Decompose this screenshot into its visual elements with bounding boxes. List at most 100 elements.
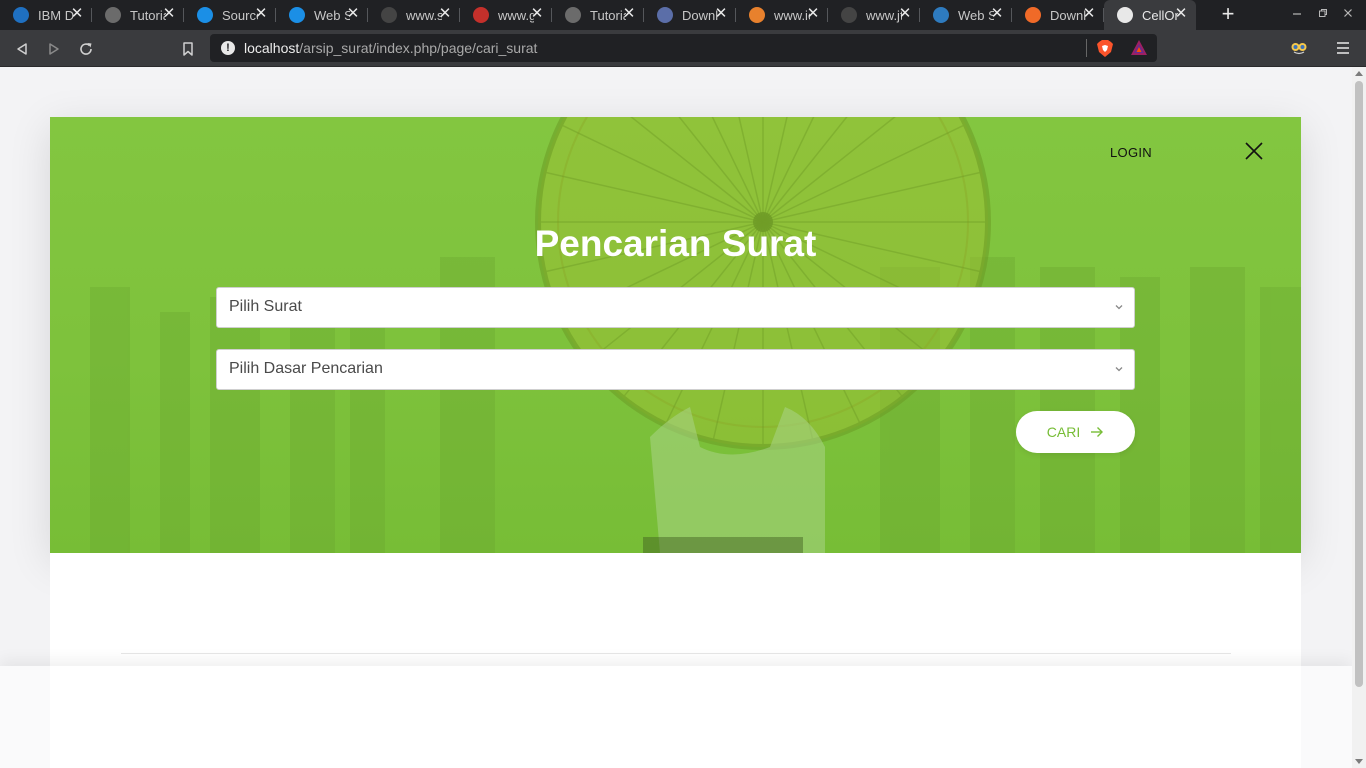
tab-title: Downl: [682, 7, 718, 23]
page-viewport: LOGIN Pencarian Surat Pilih Surat Pilih …: [0, 67, 1366, 768]
close-tab-icon[interactable]: ✕: [70, 6, 84, 21]
tab-title: Tutoria: [130, 7, 166, 23]
bookmark-icon: [183, 42, 193, 56]
url-text[interactable]: localhost/arsip_surat/index.php/page/car…: [244, 40, 537, 56]
close-tab-icon[interactable]: ✕: [990, 6, 1004, 21]
library-icon: [657, 7, 673, 23]
search-button-label: CARI: [1046, 424, 1081, 440]
brave-shields-icon[interactable]: [1096, 39, 1114, 58]
close-tab-icon[interactable]: ✕: [898, 6, 912, 21]
divider: [121, 653, 1231, 654]
select-dasar-value: Pilih Dasar Pencarian: [229, 360, 383, 377]
browser-menu-icon[interactable]: [1335, 40, 1351, 56]
browser-tab[interactable]: Tutoria ✕: [92, 0, 184, 30]
globe-icon: [565, 7, 581, 23]
tab-separator: [275, 8, 276, 22]
browser-tab[interactable]: Web S ✕: [920, 0, 1012, 30]
infinity-icon: [13, 7, 29, 23]
close-tab-icon[interactable]: ✕: [806, 6, 820, 21]
url-host: localhost: [244, 40, 300, 56]
download-icon: [197, 7, 213, 23]
brave-rewards-icon[interactable]: [1130, 39, 1148, 57]
close-tab-icon[interactable]: ✕: [1174, 6, 1188, 21]
reload-button[interactable]: [76, 39, 96, 59]
download-icon: [289, 7, 305, 23]
browser-tab[interactable]: IBM D ✕: [0, 0, 92, 30]
footer-overlay: [0, 666, 1352, 768]
tab-separator: [1011, 8, 1012, 22]
tab-separator: [643, 8, 644, 22]
tab-separator: [827, 8, 828, 22]
bookmark-button[interactable]: [178, 39, 198, 59]
close-tab-icon[interactable]: ✕: [346, 6, 360, 21]
cloud-icon: [749, 7, 765, 23]
tab-title: Web S: [958, 7, 994, 23]
forward-button[interactable]: [44, 39, 64, 59]
minimize-window-button[interactable]: [1289, 6, 1305, 22]
browser-tab[interactable]: Downl ✕: [644, 0, 736, 30]
site-info-icon[interactable]: !: [221, 41, 235, 55]
browser-toolbar: ! localhost/arsip_surat/index.php/page/c…: [0, 30, 1366, 67]
tab-title: Web S: [314, 7, 350, 23]
browser-tab[interactable]: Tutoria ✕: [552, 0, 644, 30]
browser-tab[interactable]: CellOn ✕: [1104, 0, 1196, 30]
tab-separator: [1103, 8, 1104, 22]
browser-tab[interactable]: www.ic✕: [736, 0, 828, 30]
select-dasar-pencarian[interactable]: Pilih Dasar Pencarian: [216, 349, 1135, 390]
scroll-up-arrow-icon[interactable]: [1355, 71, 1363, 76]
forward-arrow-icon: [49, 43, 59, 55]
browser-tab[interactable]: Downl ✕: [1012, 0, 1104, 30]
close-tab-icon[interactable]: ✕: [1082, 6, 1096, 21]
tab-title: www.ic: [774, 7, 810, 23]
extension-icon[interactable]: [1290, 39, 1308, 57]
close-tab-icon[interactable]: ✕: [254, 6, 268, 21]
browser-tab[interactable]: www.jt ✕: [828, 0, 920, 30]
tab-title: CellOn: [1142, 7, 1178, 23]
tab-separator: [735, 8, 736, 22]
close-tab-icon[interactable]: ✕: [162, 6, 176, 21]
tab-title: Downl: [1050, 7, 1086, 23]
page-title: Pencarian Surat: [534, 223, 817, 264]
close-tab-icon[interactable]: ✕: [622, 6, 636, 21]
disc-icon: [841, 7, 857, 23]
tab-title: www.g: [498, 7, 534, 23]
code-icon: [933, 7, 949, 23]
tab-separator: [183, 8, 184, 22]
select-surat-value: Pilih Surat: [229, 298, 302, 315]
close-window-button[interactable]: [1340, 6, 1356, 22]
close-tab-icon[interactable]: ✕: [438, 6, 452, 21]
search-hero: LOGIN Pencarian Surat Pilih Surat Pilih …: [50, 117, 1301, 553]
address-bar[interactable]: ! localhost/arsip_surat/index.php/page/c…: [210, 34, 1157, 62]
tab-separator: [459, 8, 460, 22]
browser-tab[interactable]: www.g ✕: [460, 0, 552, 30]
select-surat[interactable]: Pilih Surat: [216, 287, 1135, 328]
tab-separator: [367, 8, 368, 22]
scroll-thumb[interactable]: [1355, 81, 1363, 687]
browser-tab[interactable]: Web S ✕: [276, 0, 368, 30]
back-arrow-icon: [17, 43, 27, 55]
browser-tab[interactable]: Source✕: [184, 0, 276, 30]
tab-title: www.s: [406, 7, 442, 23]
scroll-down-arrow-icon[interactable]: [1355, 759, 1363, 764]
search-button[interactable]: CARI: [1016, 411, 1135, 453]
close-icon[interactable]: [1244, 141, 1264, 161]
close-window-icon: [1344, 9, 1352, 17]
tab-title: Tutoria: [590, 7, 626, 23]
browser-tab-strip: CellOn✕Downl✕Web S✕www.jt✕www.ic✕Downl✕T…: [0, 0, 1366, 30]
back-button[interactable]: [12, 39, 32, 59]
restore-window-button[interactable]: [1315, 6, 1331, 22]
globe-icon: [1117, 7, 1133, 23]
url-divider: [1086, 39, 1087, 57]
login-link[interactable]: LOGIN: [1110, 145, 1152, 160]
tab-title: IBM D: [38, 7, 74, 23]
close-tab-icon[interactable]: ✕: [530, 6, 544, 21]
s-logo-icon: [381, 7, 397, 23]
arrow-right-icon: [1091, 427, 1104, 437]
page-scrollbar[interactable]: [1352, 67, 1366, 768]
globe-icon: [105, 7, 121, 23]
new-tab-button[interactable]: +: [1218, 3, 1238, 25]
browser-tab[interactable]: www.s ✕: [368, 0, 460, 30]
hero-background-image: [90, 117, 1301, 553]
g-logo-icon: [473, 7, 489, 23]
close-tab-icon[interactable]: ✕: [714, 6, 728, 21]
